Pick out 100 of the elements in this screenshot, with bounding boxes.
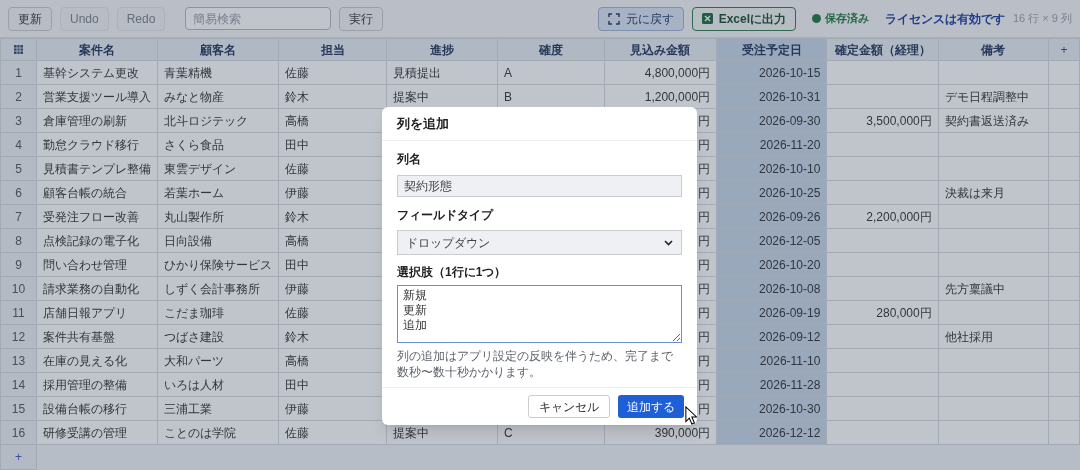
row-number: 15 (0, 396, 37, 421)
row-number: 7 (0, 204, 37, 229)
table-cell: 2026-11-20 (716, 132, 827, 157)
row-number: 9 (0, 252, 37, 277)
table-cell: 2026-09-30 (716, 108, 827, 133)
options-field[interactable]: 新規 更新 追加 (397, 285, 682, 343)
table-cell: 2026-10-10 (716, 156, 827, 181)
table-cell: 日向設備 (157, 228, 279, 253)
spreadsheet-icon (701, 13, 713, 24)
column-header[interactable]: 顧客名 (157, 38, 279, 61)
table-cell: 4,800,000円 (604, 60, 717, 85)
column-header[interactable]: 見込み金額 (604, 38, 717, 61)
search-field[interactable]: 簡易検索 (185, 7, 332, 30)
table-cell: 2026-10-31 (716, 84, 827, 109)
table-cell: みなと物産 (157, 84, 279, 109)
table-cell: デモ日程調整中 (938, 84, 1049, 109)
field-label: 選択肢（1行に1つ） (397, 264, 508, 281)
table-cell: いろは人材 (157, 372, 279, 397)
field-label: 列名 (397, 151, 422, 168)
add-column-button[interactable]: + (1048, 38, 1080, 61)
search-button[interactable]: 実行 (339, 6, 384, 31)
table-cell: 2,200,000円 (826, 204, 939, 229)
toolbar-button[interactable]: 更新 (8, 6, 52, 31)
table-cell: B (497, 84, 605, 109)
table-cell: 280,000円 (826, 300, 939, 325)
row-number: 6 (0, 180, 37, 205)
row-number: 14 (0, 372, 37, 397)
table-cell: ひかり保険サービス (157, 252, 279, 277)
table-cell: 2026-10-20 (716, 252, 827, 277)
chevron-down-icon (664, 239, 673, 246)
dialog-title: 列を追加 (397, 114, 449, 133)
save-status: 保存済み (825, 11, 869, 27)
table-cell: 倉庫管理の刷新 (36, 108, 158, 133)
row-number: 11 (0, 300, 37, 325)
column-header[interactable]: 備考 (938, 38, 1049, 61)
column-header[interactable]: 案件名 (36, 38, 158, 61)
license-link[interactable]: ライセンスは有効です (885, 9, 1005, 28)
table-cell: 1,200,000円 (604, 84, 717, 109)
table-cell: 若葉ホーム (157, 180, 279, 205)
table-cell: 点検記録の電子化 (36, 228, 158, 253)
table-cell: 2026-09-26 (716, 204, 827, 229)
table-cell: 2026-12-12 (716, 420, 827, 445)
row-number: 1 (0, 60, 37, 85)
add-row-button[interactable]: + (0, 444, 37, 470)
table-cell: ことのは学院 (157, 420, 279, 445)
field-type-dropdown[interactable]: ドロップダウン (397, 230, 682, 255)
column-name-field[interactable]: 契約形態 (397, 175, 682, 197)
column-header[interactable]: 確度 (497, 38, 605, 61)
row-number: 2 (0, 84, 37, 109)
table-cell: 3,500,000円 (826, 108, 939, 133)
table-cell: 採用管理の整備 (36, 372, 158, 397)
table-cell: 契約書返送済み (938, 108, 1049, 133)
table-cell: 佐藤 (278, 60, 387, 85)
table-cell: 鈴木 (278, 84, 387, 109)
table-cell: 見積提出 (386, 60, 498, 85)
column-header[interactable]: 進捗 (386, 38, 498, 61)
table-cell: A (497, 60, 605, 85)
table-cell: 三浦工業 (157, 396, 279, 421)
table-cell: 2026-11-28 (716, 372, 827, 397)
table-cell: 勤怠クラウド移行 (36, 132, 158, 157)
table-cell: 東雲デザイン (157, 156, 279, 181)
table-cell: 基幹システム更改 (36, 60, 158, 85)
row-number: 3 (0, 108, 37, 133)
table-cell: 2026-10-08 (716, 276, 827, 301)
table-cell: 2026-10-25 (716, 180, 827, 205)
add-button[interactable]: 追加する (618, 395, 684, 418)
expand-icon (607, 12, 620, 25)
grid-icon (13, 45, 23, 54)
table-cell: 請求業務の自動化 (36, 276, 158, 301)
table-cell: 決裁は来月 (938, 180, 1049, 205)
column-header[interactable]: 確定金額（経理） (826, 38, 939, 61)
row-number: 8 (0, 228, 37, 253)
table-cell: 2026-09-19 (716, 300, 827, 325)
table-cell: 設備台帳の移行 (36, 396, 158, 421)
table-cell: つばさ建設 (157, 324, 279, 349)
row-number: 12 (0, 324, 37, 349)
table-cell: 案件共有基盤 (36, 324, 158, 349)
row-number: 4 (0, 132, 37, 157)
table-cell: 2026-09-12 (716, 324, 827, 349)
field-label: フィールドタイプ (397, 207, 495, 224)
table-cell: 問い合わせ管理 (36, 252, 158, 277)
column-header[interactable]: 受注予定日 (716, 38, 827, 61)
row-number: 13 (0, 348, 37, 373)
table-cell: 顧客台帳の統合 (36, 180, 158, 205)
table-cell: 2026-10-15 (716, 60, 827, 85)
cancel-button[interactable]: キャンセル (528, 395, 610, 418)
table-cell: 研修受講の管理 (36, 420, 158, 445)
table-cell: さくら食品 (157, 132, 279, 157)
excel-export-button[interactable]: Excelに出力 (691, 6, 796, 31)
table-cell: 大和パーツ (157, 348, 279, 373)
row-number: 10 (0, 276, 37, 301)
table-cell: 2026-11-10 (716, 348, 827, 373)
table-cell: 在庫の見える化 (36, 348, 158, 373)
table-cell: 佐藤 (278, 420, 387, 445)
table-cell: 他社採用 (938, 324, 1049, 349)
table-cell: 2026-10-30 (716, 396, 827, 421)
table-cell: こだま珈琲 (157, 300, 279, 325)
row-number: 16 (0, 420, 37, 445)
column-header[interactable]: 担当 (278, 38, 387, 61)
restore-button[interactable]: 元に戻す (597, 6, 684, 31)
